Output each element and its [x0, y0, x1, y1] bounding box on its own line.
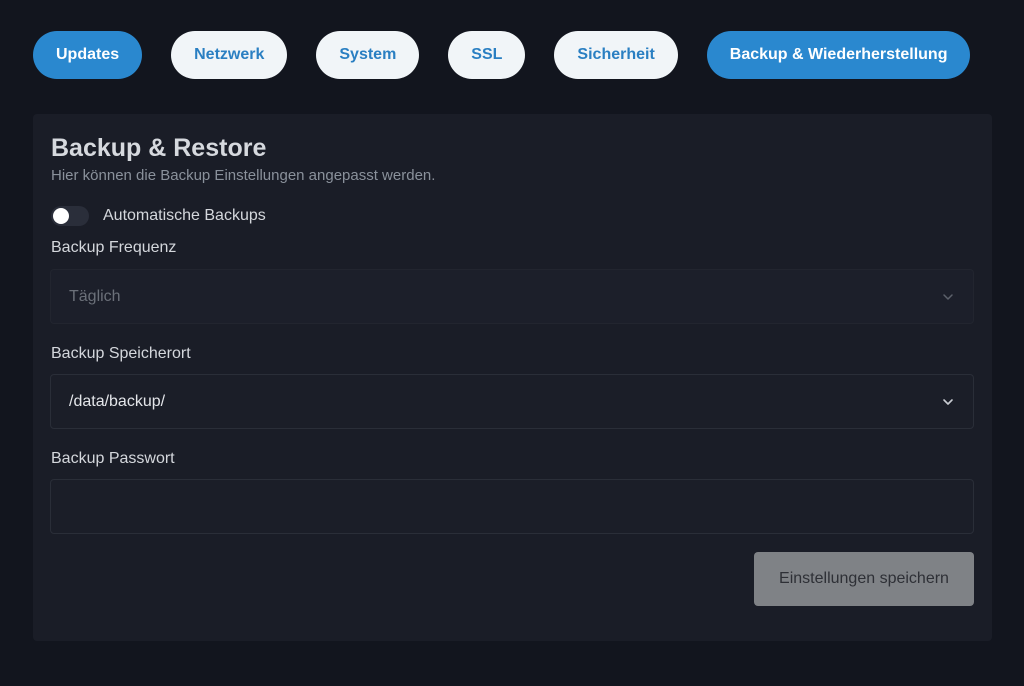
tab-system[interactable]: System: [316, 31, 420, 79]
card-title: Backup & Restore: [51, 134, 267, 162]
tab-updates[interactable]: Updates: [33, 31, 143, 79]
chevron-down-icon: [943, 293, 953, 300]
frequency-value: Täglich: [69, 287, 121, 305]
save-settings-button[interactable]: Einstellungen speichern: [754, 552, 974, 606]
tab-ssl[interactable]: SSL: [448, 31, 526, 79]
location-select[interactable]: /data/backup/: [50, 374, 974, 429]
tab-backup-wiederherstellung[interactable]: Backup & Wiederherstellung: [706, 31, 971, 79]
password-input[interactable]: [50, 479, 974, 534]
password-label: Backup Passwort: [51, 450, 175, 467]
tab-netzwerk[interactable]: Netzwerk: [171, 31, 288, 79]
location-label: Backup Speicherort: [51, 345, 191, 362]
frequency-select[interactable]: Täglich: [50, 269, 974, 324]
tab-sicherheit[interactable]: Sicherheit: [554, 31, 678, 79]
tab-bar: Updates Netzwerk System SSL Sicherheit B…: [33, 31, 971, 79]
backup-settings-card: Backup & Restore Hier können die Backup …: [33, 114, 992, 641]
chevron-down-icon: [943, 398, 953, 405]
auto-backup-toggle[interactable]: [51, 206, 89, 226]
card-subtitle: Hier können die Backup Einstellungen ang…: [51, 167, 436, 184]
auto-backup-row: Automatische Backups: [51, 206, 266, 226]
location-value: /data/backup/: [69, 392, 166, 410]
frequency-label: Backup Frequenz: [51, 239, 177, 256]
auto-backup-label: Automatische Backups: [103, 207, 266, 224]
toggle-switch-icon: [53, 208, 69, 224]
